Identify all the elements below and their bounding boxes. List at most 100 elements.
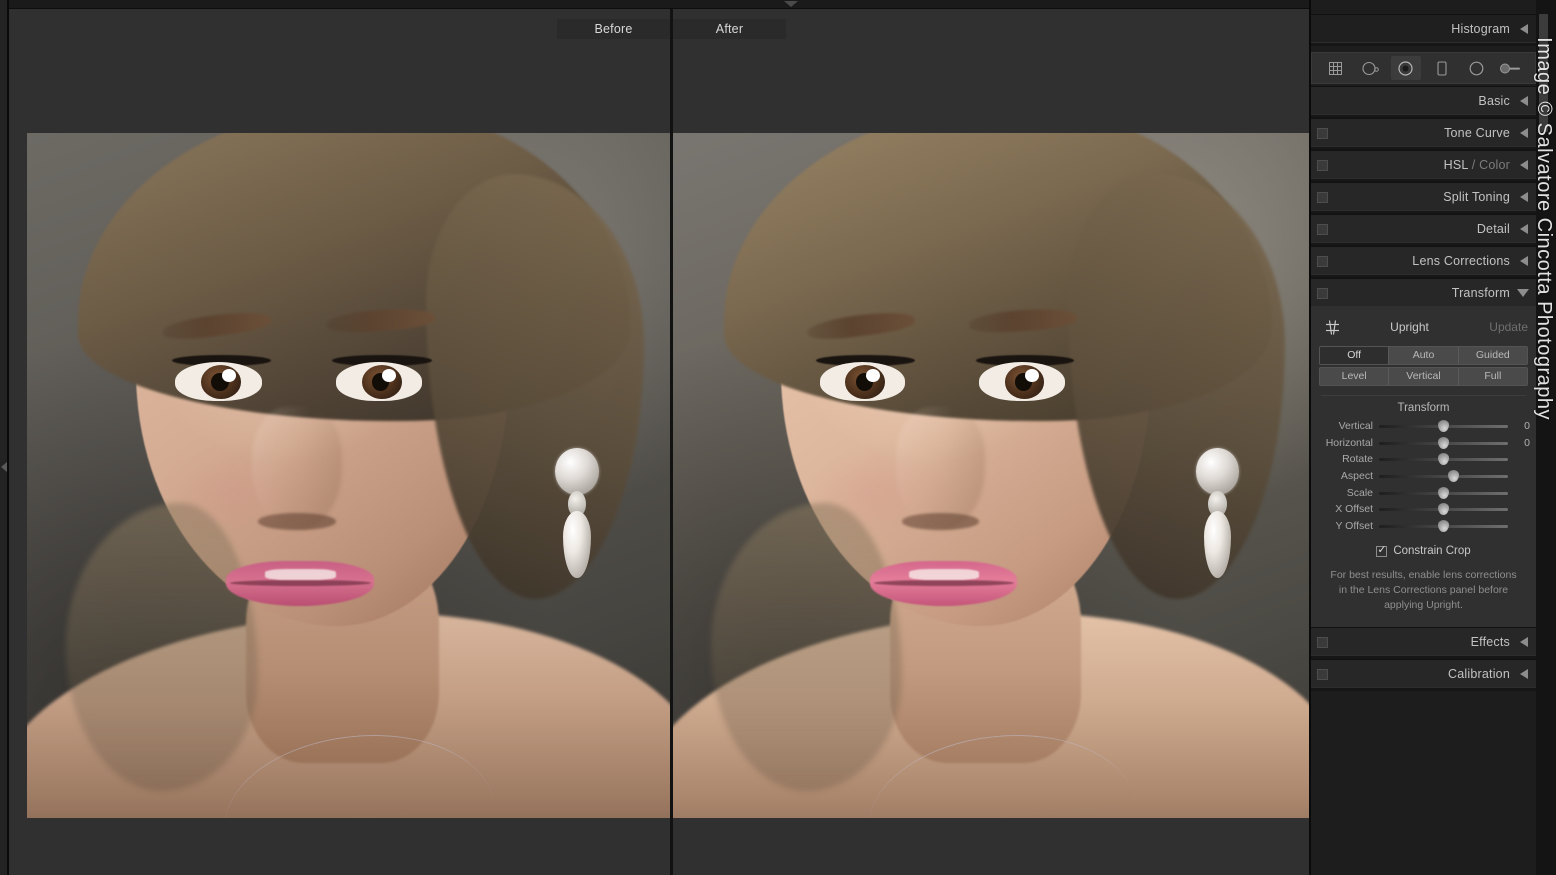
panel-header-split-toning[interactable]: Split Toning: [1311, 182, 1536, 210]
after-image-container[interactable]: [673, 133, 1309, 818]
panel-divider: [1311, 42, 1536, 46]
slider-thumb[interactable]: [1438, 519, 1449, 532]
panel-toggle-switch[interactable]: [1317, 287, 1328, 299]
photo-earring-drop: [562, 510, 591, 579]
spot-removal-tool[interactable]: [1356, 56, 1386, 80]
transform-section-title: Transform: [1397, 402, 1450, 414]
transform-panel-body: Upright Update Off Auto Guided Level Ver…: [1311, 306, 1536, 628]
upright-mode-guided[interactable]: Guided: [1458, 347, 1527, 364]
slider-thumb[interactable]: [1438, 453, 1449, 466]
panel-header-basic[interactable]: Basic: [1311, 86, 1536, 114]
slider-track-wrap[interactable]: [1379, 419, 1508, 433]
panel-toggle-switch[interactable]: [1317, 668, 1328, 680]
chevron-left-icon[interactable]: [1520, 255, 1528, 266]
chevron-left-icon[interactable]: [1520, 668, 1528, 679]
photo-lip-line: [229, 579, 371, 586]
slider-track-wrap[interactable]: [1379, 469, 1508, 483]
chevron-left-icon[interactable]: [1520, 223, 1528, 234]
panel-toggle-switch[interactable]: [1317, 223, 1328, 235]
red-eye-icon: [1398, 60, 1413, 76]
slider-track-wrap[interactable]: [1379, 436, 1508, 450]
chevron-left-icon[interactable]: [1520, 159, 1528, 170]
slider-rotate[interactable]: Rotate: [1311, 451, 1536, 468]
panel-header-effects[interactable]: Effects: [1311, 627, 1536, 656]
slider-vertical[interactable]: Vertical 0: [1311, 418, 1536, 435]
panel-header-histogram[interactable]: Histogram: [1311, 14, 1536, 42]
left-panel-collapsed-edge[interactable]: [0, 0, 9, 875]
scrollbar-thumb[interactable]: [1539, 14, 1548, 132]
slider-thumb[interactable]: [1448, 470, 1460, 483]
panel-header-hsl-color[interactable]: HSL / Color: [1311, 150, 1536, 178]
transform-section-divider: [1321, 395, 1526, 396]
image-view-area: Before After: [9, 0, 1309, 875]
chevron-left-icon[interactable]: [1520, 636, 1528, 647]
slider-scale[interactable]: Scale: [1311, 484, 1536, 501]
slider-track-wrap[interactable]: [1379, 486, 1508, 500]
constrain-crop-row[interactable]: Constrain Crop: [1311, 540, 1536, 562]
upright-perspective-icon: [1319, 316, 1345, 338]
slider-thumb[interactable]: [1438, 420, 1449, 433]
slider-track-wrap[interactable]: [1379, 452, 1508, 466]
adjustment-brush-tool[interactable]: [1496, 56, 1526, 80]
before-image-container[interactable]: [27, 133, 670, 818]
panel-toggle-switch[interactable]: [1317, 159, 1328, 171]
after-photo[interactable]: [673, 133, 1309, 818]
chevron-down-icon[interactable]: [1517, 288, 1529, 297]
panel-toggle-switch[interactable]: [1317, 191, 1328, 203]
photo-catchlight: [1025, 368, 1039, 382]
constrain-crop-label: Constrain Crop: [1393, 545, 1471, 558]
slider-thumb[interactable]: [1438, 503, 1449, 516]
slider-aspect[interactable]: Aspect: [1311, 468, 1536, 485]
radial-filter-icon: [1469, 61, 1484, 75]
panel-header-detail[interactable]: Detail: [1311, 214, 1536, 242]
panel-title-detail: Detail: [1476, 221, 1510, 236]
chevron-down-icon[interactable]: [784, 1, 798, 7]
before-photo[interactable]: [27, 133, 670, 818]
photo-earring: [548, 448, 606, 579]
chevron-left-icon[interactable]: [1520, 23, 1528, 34]
before-after-labels: Before After: [9, 19, 1309, 39]
panel-header-tone-curve[interactable]: Tone Curve: [1311, 118, 1536, 146]
crop-overlay-tool[interactable]: [1321, 56, 1351, 80]
adjustment-brush-icon: [1500, 63, 1521, 73]
slider-value[interactable]: 0: [1508, 437, 1530, 449]
right-panel-scrollbar[interactable]: [1536, 0, 1556, 875]
panel-toggle-switch[interactable]: [1317, 636, 1328, 648]
upright-mode-auto[interactable]: Auto: [1389, 347, 1459, 364]
radial-filter-tool[interactable]: [1461, 56, 1491, 80]
panel-title-histogram: Histogram: [1451, 21, 1510, 36]
spot-removal-icon: [1362, 61, 1379, 75]
panel-toggle-switch[interactable]: [1317, 127, 1328, 139]
chevron-left-icon[interactable]: [1520, 191, 1528, 202]
slider-track-wrap[interactable]: [1379, 519, 1508, 533]
slider-track-wrap[interactable]: [1379, 502, 1508, 516]
chevron-left-icon[interactable]: [1520, 95, 1528, 106]
red-eye-tool[interactable]: [1390, 56, 1421, 80]
panel-toggle-switch[interactable]: [1317, 255, 1328, 267]
panel-title-split-toning: Split Toning: [1443, 189, 1510, 204]
before-after-divider[interactable]: [670, 9, 673, 875]
upright-mode-vertical[interactable]: Vertical: [1389, 368, 1459, 385]
upright-mode-row-1: Off Auto Guided: [1319, 346, 1528, 365]
slider-horizontal[interactable]: Horizontal 0: [1311, 435, 1536, 452]
chevron-left-icon[interactable]: [1520, 127, 1528, 138]
slider-x-offset[interactable]: X Offset: [1311, 501, 1536, 518]
slider-thumb[interactable]: [1438, 486, 1449, 499]
upright-mode-level[interactable]: Level: [1320, 368, 1390, 385]
slider-thumb[interactable]: [1438, 436, 1449, 449]
graduated-filter-tool[interactable]: [1426, 56, 1456, 80]
after-label: After: [673, 19, 786, 39]
constrain-crop-checkbox[interactable]: [1376, 543, 1388, 557]
upright-mode-full[interactable]: Full: [1458, 368, 1527, 385]
upright-mode-off[interactable]: Off: [1320, 347, 1390, 364]
photo-eye-left: [174, 362, 262, 401]
upright-update-button[interactable]: Update: [1474, 320, 1528, 334]
upright-label: Upright: [1390, 320, 1429, 334]
slider-label: Horizontal: [1325, 436, 1373, 449]
before-label: Before: [557, 19, 670, 39]
panel-header-calibration[interactable]: Calibration: [1311, 659, 1536, 688]
panel-header-lens-corrections[interactable]: Lens Corrections: [1311, 246, 1536, 274]
panel-header-transform[interactable]: Transform: [1311, 278, 1536, 306]
slider-y-offset[interactable]: Y Offset: [1311, 518, 1536, 535]
slider-value[interactable]: 0: [1508, 420, 1530, 432]
